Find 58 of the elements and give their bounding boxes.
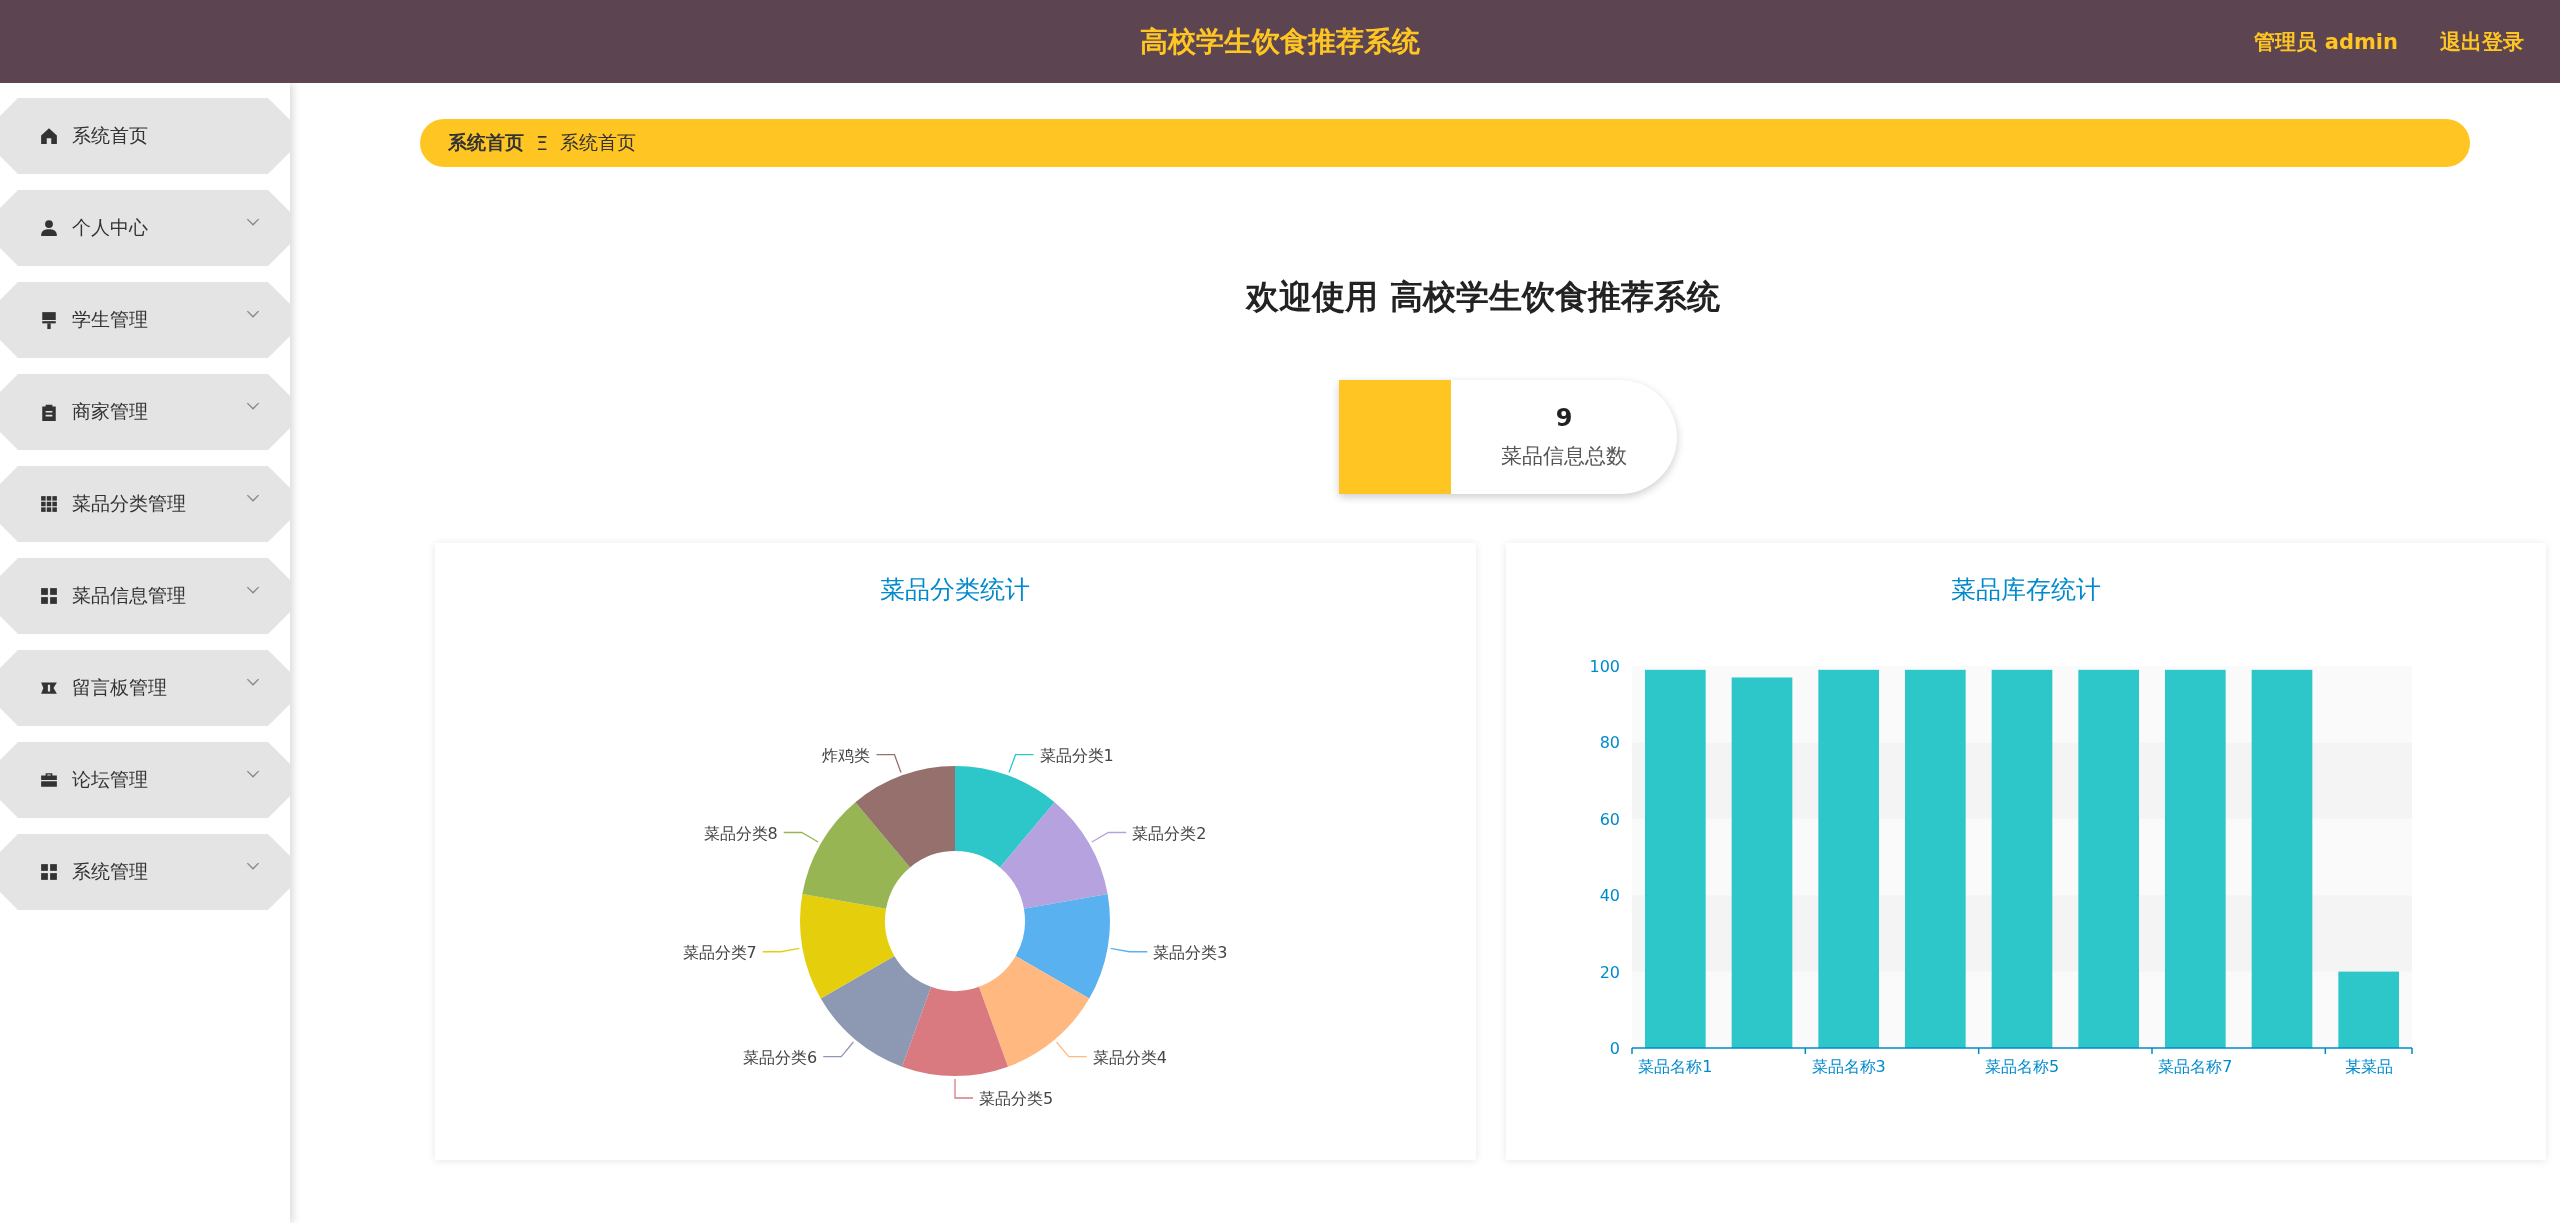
sidebar-item[interactable]: 个人中心 <box>0 190 290 266</box>
breadcrumb-link[interactable]: 系统首页 <box>560 130 636 156</box>
ticket-icon <box>40 679 58 697</box>
sidebar-item[interactable]: 菜品信息管理 <box>0 558 290 634</box>
sidebar-item[interactable]: 学生管理 <box>0 282 290 358</box>
home-icon <box>40 127 58 145</box>
y-axis-label: 80 <box>1599 733 1620 753</box>
app-title: 高校学生饮食推荐系统 <box>1140 23 1420 60</box>
sidebar-item[interactable]: 留言板管理 <box>0 650 290 726</box>
grid-icon <box>40 495 58 513</box>
briefcase-icon <box>40 771 58 789</box>
stat-label: 菜品信息总数 <box>1501 443 1627 470</box>
user-name: 管理员 admin <box>2254 28 2398 56</box>
paint-brush-icon <box>40 311 58 329</box>
breadcrumb-separator: Ξ <box>536 132 548 154</box>
sidebar-item[interactable]: 系统首页 <box>0 98 290 174</box>
welcome-title: 欢迎使用 高校学生饮食推荐系统 <box>1244 276 1721 318</box>
y-axis-label: 20 <box>1599 962 1620 982</box>
logout-link[interactable]: 退出登录 <box>2440 27 2524 56</box>
x-axis-label: 菜品名称1 <box>1638 1057 1713 1076</box>
y-axis-label: 100 <box>1589 657 1620 676</box>
leader-line <box>1091 831 1128 843</box>
clipboard-icon <box>40 403 58 421</box>
stat-value: 9 <box>1555 404 1573 432</box>
grid-icon <box>40 587 58 605</box>
sidebar-item[interactable]: 论坛管理 <box>0 742 290 818</box>
x-axis-label: 菜品名称7 <box>2158 1057 2233 1076</box>
chart-title: 菜品库存统计 <box>1950 574 2101 606</box>
slice-label: 菜品分类2 <box>1132 823 1207 843</box>
x-axis-label: 菜品名称3 <box>1811 1057 1886 1076</box>
slice-label: 菜品分类3 <box>1153 942 1228 962</box>
grid-icon <box>40 863 58 881</box>
sidebar-item[interactable]: 菜品分类管理 <box>0 466 290 542</box>
y-axis-label: 0 <box>1609 1039 1620 1058</box>
slice-label: 菜品分类6 <box>743 1047 818 1067</box>
y-axis-label: 40 <box>1599 886 1620 906</box>
chart-title: 菜品分类统计 <box>880 574 1031 606</box>
leader-line <box>1110 947 1149 953</box>
slice-label: 炸鸡类 <box>822 745 871 765</box>
leader-line <box>783 831 820 843</box>
sidebar-item[interactable]: 商家管理 <box>0 374 290 450</box>
y-axis-label: 60 <box>1599 809 1620 829</box>
user-icon <box>40 219 58 237</box>
leader-line <box>954 1078 974 1099</box>
leader-line <box>1056 1041 1088 1058</box>
leader-line <box>822 1041 855 1058</box>
sidebar-item[interactable]: 系统管理 <box>0 834 290 910</box>
leader-line <box>1008 754 1035 774</box>
breadcrumb-link[interactable]: 系统首页 <box>448 130 524 156</box>
slice-label: 菜品分类5 <box>979 1089 1054 1108</box>
x-axis-label: 某菜品 <box>2344 1057 2393 1076</box>
leader-line <box>876 754 902 774</box>
leader-line <box>762 947 801 953</box>
slice-label: 菜品分类4 <box>1093 1047 1168 1067</box>
x-axis-label: 菜品名称5 <box>1984 1057 2059 1076</box>
slice-label: 菜品分类7 <box>682 942 757 962</box>
slice-label: 菜品分类1 <box>1039 745 1114 765</box>
slice-label: 菜品分类8 <box>703 823 778 843</box>
